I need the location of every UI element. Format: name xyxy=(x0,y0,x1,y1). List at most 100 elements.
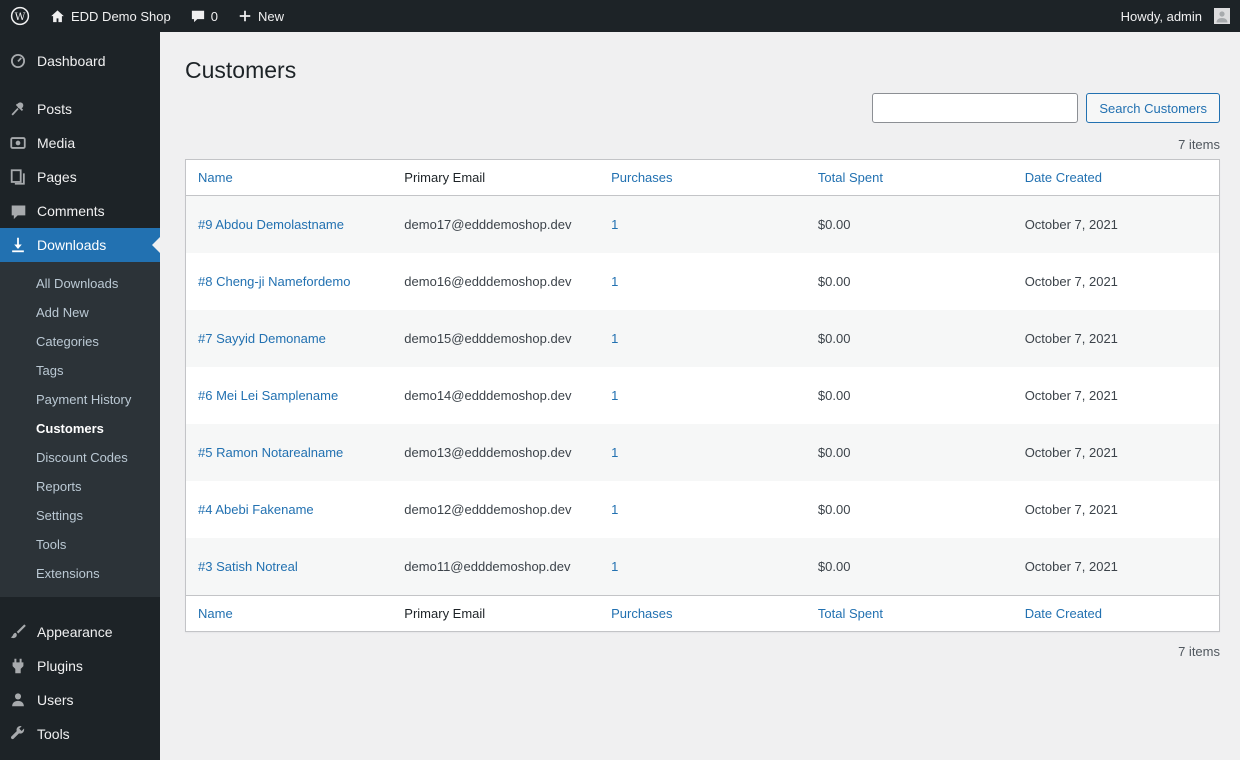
column-footer-name[interactable]: Name xyxy=(198,606,233,621)
customer-email: demo15@edddemoshop.dev xyxy=(404,331,572,346)
table-body: #9 Abdou Demolastname demo17@edddemoshop… xyxy=(185,195,1220,596)
table-row: #5 Ramon Notarealname demo13@edddemoshop… xyxy=(185,424,1220,481)
site-name-label: EDD Demo Shop xyxy=(71,8,171,24)
customer-name-link[interactable]: #3 Satish Notreal xyxy=(198,559,298,574)
site-name-menu[interactable]: EDD Demo Shop xyxy=(40,0,181,32)
customer-date-created: October 7, 2021 xyxy=(1024,388,1118,403)
sidebar-item-dashboard[interactable]: Dashboard xyxy=(0,44,160,78)
sidebar-item-media[interactable]: Media xyxy=(0,126,160,160)
customer-search-input[interactable] xyxy=(872,93,1079,123)
customer-name-link[interactable]: #7 Sayyid Demoname xyxy=(198,331,326,346)
column-footer-total-spent[interactable]: Total Spent xyxy=(818,606,883,621)
table-row: #4 Abebi Fakename demo12@edddemoshop.dev… xyxy=(186,481,1220,538)
customer-name-link[interactable]: #9 Abdou Demolastname xyxy=(198,217,344,232)
downloads-submenu: All Downloads Add New Categories Tags Pa… xyxy=(0,262,160,597)
my-account-menu[interactable]: Howdy, admin xyxy=(1111,0,1240,32)
column-footer-date-created[interactable]: Date Created xyxy=(1025,606,1102,621)
customer-email: demo14@edddemoshop.dev xyxy=(404,388,572,403)
submenu-item-categories[interactable]: Categories xyxy=(0,327,160,356)
sidebar-item-appearance[interactable]: Appearance xyxy=(0,615,160,649)
submenu-item-reports[interactable]: Reports xyxy=(0,472,160,501)
plugin-icon xyxy=(8,656,28,676)
customer-purchases-link[interactable]: 1 xyxy=(611,217,618,232)
submenu-item-payment-history[interactable]: Payment History xyxy=(0,385,160,414)
customer-date-created: October 7, 2021 xyxy=(1024,445,1118,460)
customer-name-link[interactable]: #5 Ramon Notarealname xyxy=(198,445,343,460)
howdy-text: Howdy, admin xyxy=(1120,8,1202,24)
submenu-item-extensions[interactable]: Extensions xyxy=(0,559,160,588)
customer-email: demo12@edddemoshop.dev xyxy=(404,502,572,517)
sidebar-item-settings[interactable]: Settings xyxy=(0,751,160,760)
sidebar-item-label: Plugins xyxy=(37,658,83,674)
column-header-name[interactable]: Name xyxy=(198,170,233,185)
submenu-item-customers[interactable]: Customers xyxy=(0,414,160,443)
sidebar-item-label: Posts xyxy=(37,101,73,117)
sidebar-item-downloads[interactable]: Downloads xyxy=(0,228,160,262)
column-footer-purchases[interactable]: Purchases xyxy=(611,606,672,621)
dashboard-gauge-icon xyxy=(8,51,28,71)
customer-date-created: October 7, 2021 xyxy=(1024,217,1118,232)
customer-purchases-link[interactable]: 1 xyxy=(611,559,618,574)
customer-purchases-link[interactable]: 1 xyxy=(611,331,618,346)
sidebar-item-label: Appearance xyxy=(37,624,113,640)
avatar xyxy=(1214,8,1230,24)
page-title: Customers xyxy=(185,57,297,83)
customers-table: Name Primary Email Purchases Total Spent… xyxy=(185,159,1220,632)
sidebar-item-label: Downloads xyxy=(37,237,107,253)
items-count-top: 7 items xyxy=(1178,137,1220,152)
customer-total-spent: $0.00 xyxy=(817,559,851,574)
customer-email: demo13@edddemoshop.dev xyxy=(404,445,572,460)
customer-name-link[interactable]: #6 Mei Lei Samplename xyxy=(198,388,338,403)
admin-bar-left: W EDD Demo Shop 0 New xyxy=(0,0,294,32)
sidebar-item-users[interactable]: Users xyxy=(0,683,160,717)
submenu-item-tags[interactable]: Tags xyxy=(0,356,160,385)
wordpress-logo-menu[interactable]: W xyxy=(0,0,40,32)
customer-purchases-link[interactable]: 1 xyxy=(611,274,618,289)
customer-total-spent: $0.00 xyxy=(817,445,851,460)
media-camera-icon xyxy=(8,133,28,153)
home-icon xyxy=(50,9,65,24)
sidebar-item-comments[interactable]: Comments xyxy=(0,194,160,228)
admin-bar: W EDD Demo Shop 0 New Howdy, admin xyxy=(0,0,1240,32)
table-row: #7 Sayyid Demoname demo15@edddemoshop.de… xyxy=(185,310,1220,367)
customer-purchases-link[interactable]: 1 xyxy=(611,445,618,460)
sidebar-item-tools[interactable]: Tools xyxy=(0,717,160,751)
pages-icon xyxy=(8,167,28,187)
sidebar-item-posts[interactable]: Posts xyxy=(0,92,160,126)
column-header-purchases[interactable]: Purchases xyxy=(611,170,672,185)
pushpin-icon xyxy=(8,99,28,119)
customer-name-link[interactable]: #4 Abebi Fakename xyxy=(198,502,314,517)
sidebar-item-pages[interactable]: Pages xyxy=(0,160,160,194)
submenu-item-settings[interactable]: Settings xyxy=(0,501,160,530)
customer-total-spent: $0.00 xyxy=(817,502,851,517)
sidebar-item-label: Comments xyxy=(37,203,105,219)
column-header-total-spent[interactable]: Total Spent xyxy=(818,170,883,185)
submenu-item-discount-codes[interactable]: Discount Codes xyxy=(0,443,160,472)
sidebar-item-plugins[interactable]: Plugins xyxy=(0,649,160,683)
customer-purchases-link[interactable]: 1 xyxy=(611,388,618,403)
svg-text:W: W xyxy=(15,11,26,23)
column-header-date-created[interactable]: Date Created xyxy=(1025,170,1102,185)
customer-search-form: Search Customers xyxy=(185,93,1220,123)
customer-name-link[interactable]: #8 Cheng-ji Namefordemo xyxy=(198,274,350,289)
new-content-menu[interactable]: New xyxy=(228,0,294,32)
customer-total-spent: $0.00 xyxy=(817,274,851,289)
menu-separator xyxy=(0,78,160,92)
customer-purchases-link[interactable]: 1 xyxy=(611,502,618,517)
table-footer: Name Primary Email Purchases Total Spent… xyxy=(185,595,1220,632)
main-content: Customers Search Customers 7 items Name … xyxy=(160,32,1240,659)
customer-total-spent: $0.00 xyxy=(817,388,851,403)
column-header-primary-email: Primary Email xyxy=(392,159,600,196)
customer-date-created: October 7, 2021 xyxy=(1024,274,1118,289)
submenu-item-add-new[interactable]: Add New xyxy=(0,298,160,327)
submenu-item-all-downloads[interactable]: All Downloads xyxy=(0,269,160,298)
sidebar-item-label: Pages xyxy=(37,169,77,185)
customer-total-spent: $0.00 xyxy=(817,331,851,346)
customer-date-created: October 7, 2021 xyxy=(1024,559,1118,574)
customer-email: demo17@edddemoshop.dev xyxy=(404,217,572,232)
search-customers-button[interactable]: Search Customers xyxy=(1086,93,1220,123)
sidebar-item-label: Media xyxy=(37,135,76,151)
comments-menu[interactable]: 0 xyxy=(181,0,228,32)
submenu-item-tools[interactable]: Tools xyxy=(0,530,160,559)
plus-icon xyxy=(238,9,252,23)
